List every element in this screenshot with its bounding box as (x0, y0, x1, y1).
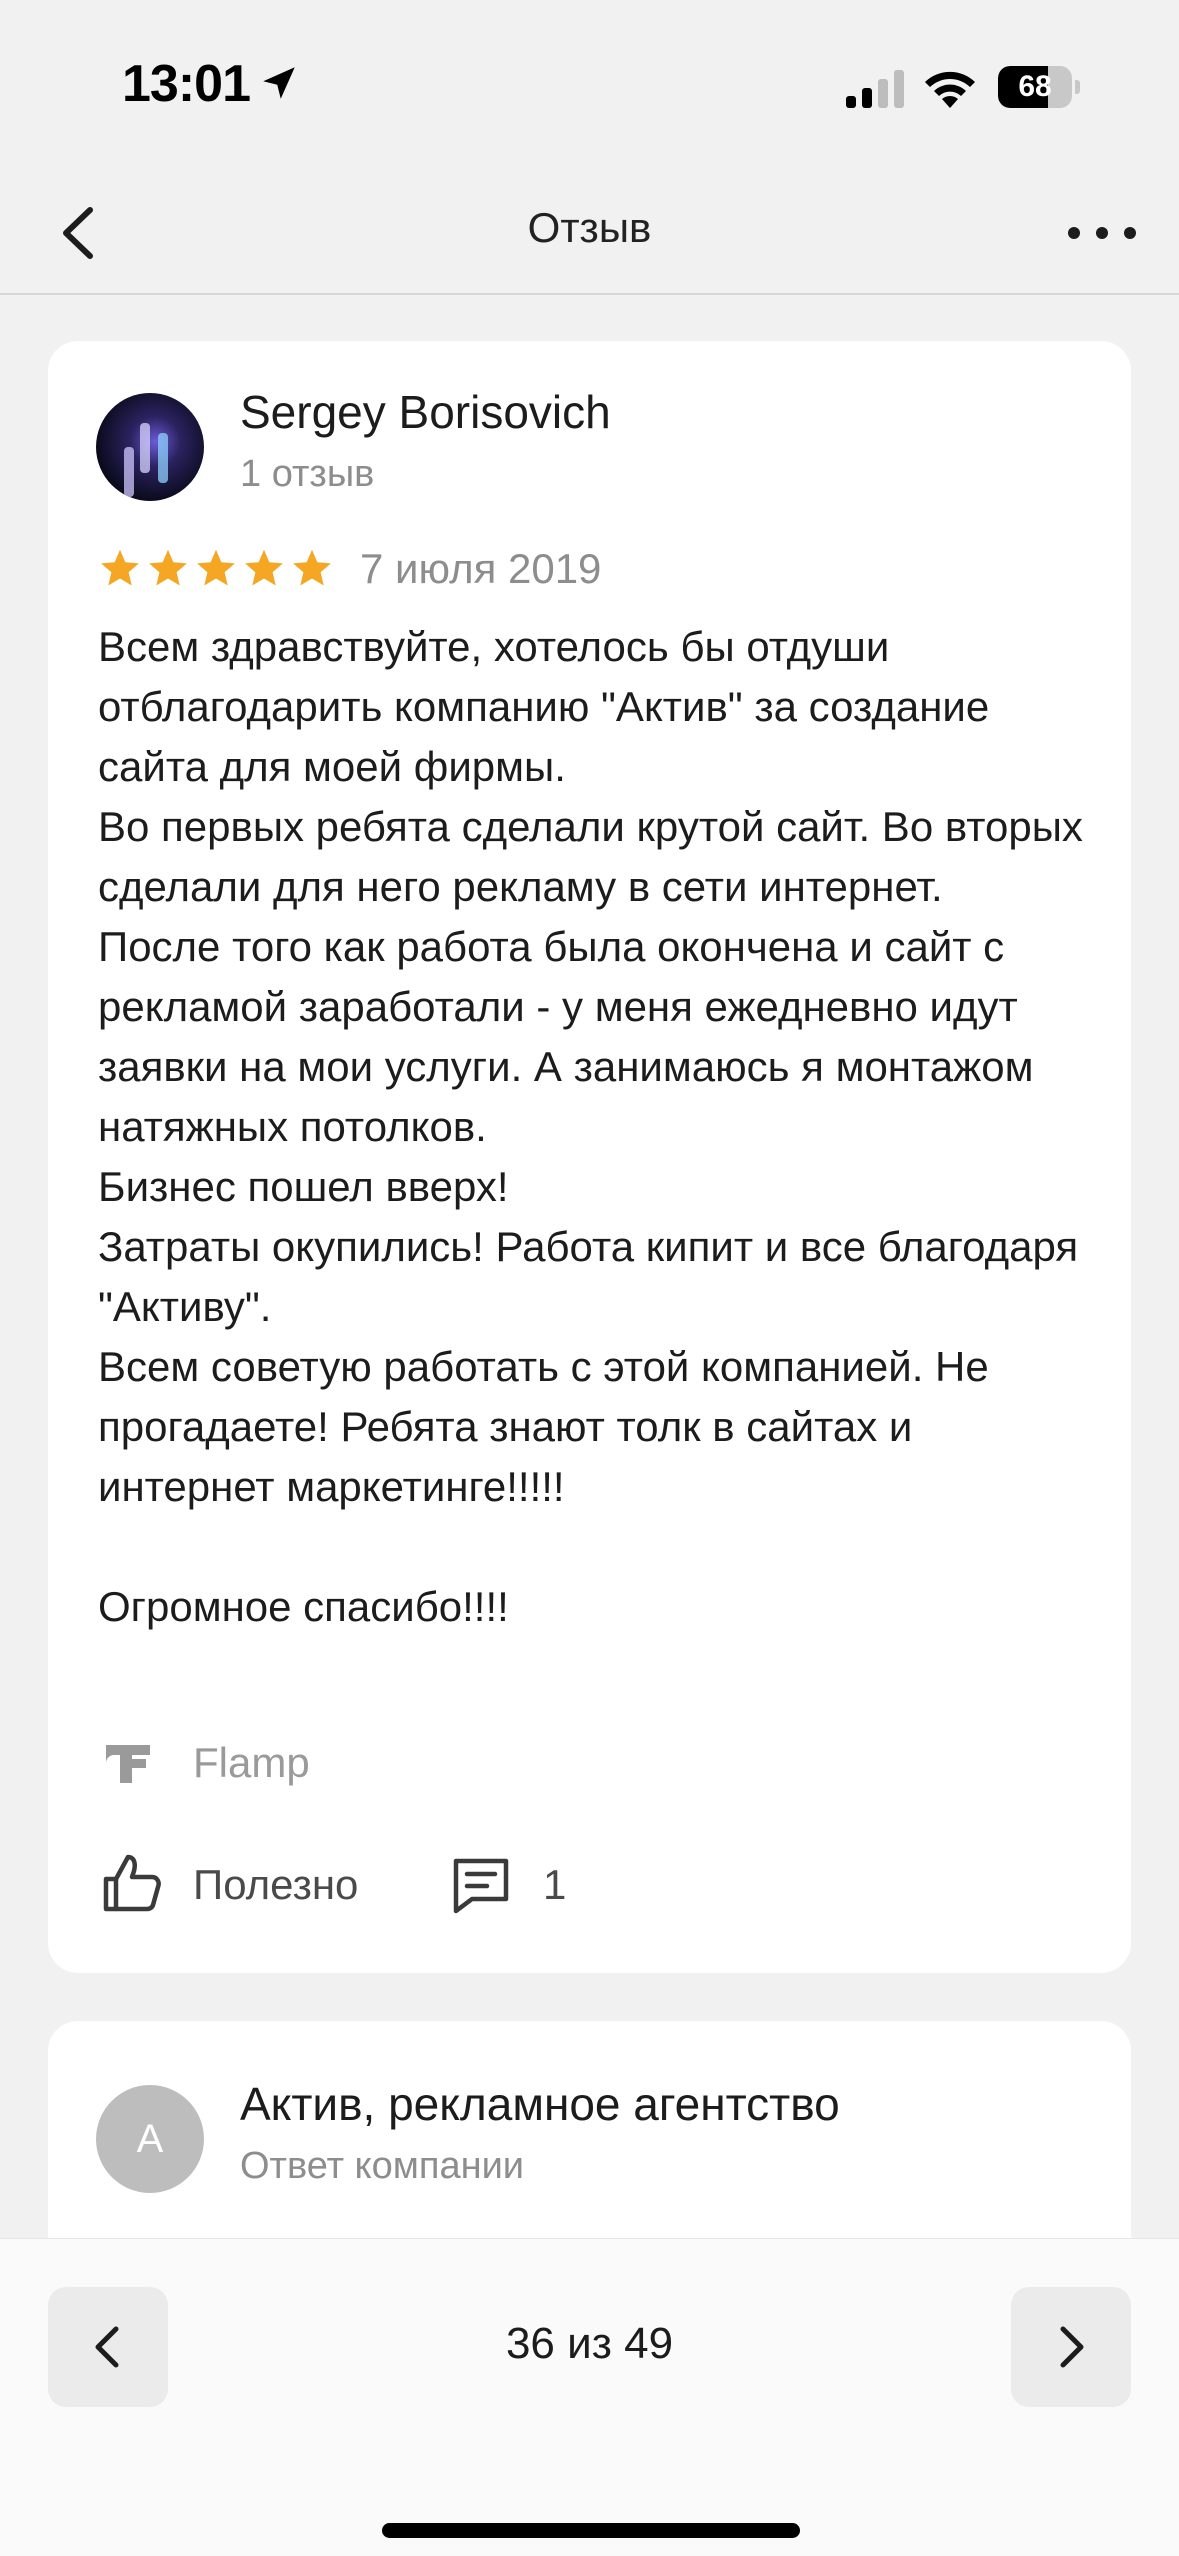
comment-count[interactable]: 1 (543, 1861, 566, 1909)
author-name[interactable]: Sergey Borisovich (240, 385, 611, 439)
review-actions: Полезно 1 (98, 1851, 998, 1921)
review-text: Всем здравствуйте, хотелось бы отдуши от… (98, 623, 1083, 1630)
flamp-logo-icon (106, 1745, 150, 1783)
location-arrow-icon (263, 67, 295, 99)
wifi-icon (925, 71, 975, 108)
status-bar: 13:01 68 (0, 0, 1179, 180)
source-label: Flamp (193, 1739, 310, 1786)
page-title: Отзыв (527, 204, 652, 251)
battery-icon: 68 (998, 66, 1080, 108)
home-indicator (382, 2523, 800, 2538)
comment-icon[interactable] (450, 1855, 512, 1915)
rating-stars (98, 547, 334, 591)
signal-icon (846, 70, 904, 108)
star-icon (293, 549, 331, 586)
helpful-button[interactable]: Полезно (193, 1861, 358, 1909)
star-icon (101, 549, 139, 586)
company-avatar: А (96, 2085, 204, 2193)
pager-position: 36 из 49 (505, 2319, 674, 2368)
company-name: Актив, рекламное агентство (240, 2078, 840, 2130)
star-icon (245, 549, 283, 586)
star-icon (197, 549, 235, 586)
thumbs-up-icon[interactable] (100, 1851, 164, 1915)
review-card: Sergey Borisovich 1 отзыв 7 июля 2019 Вс… (48, 341, 1131, 1973)
nav-bar: Отзыв (0, 180, 1179, 295)
reply-label: Ответ компании (240, 2145, 525, 2187)
review-date: 7 июля 2019 (360, 545, 602, 592)
star-icon (149, 549, 187, 586)
status-time: 13:01 (122, 55, 251, 113)
bottom-pager-bar: 36 из 49 (0, 2238, 1179, 2556)
avatar[interactable] (96, 393, 204, 501)
more-dots-icon[interactable] (1062, 210, 1142, 256)
author-review-count: 1 отзыв (240, 453, 375, 495)
chevron-right-icon (1060, 2326, 1084, 2368)
next-review-button[interactable] (1011, 2287, 1131, 2407)
battery-level: 68 (1018, 70, 1052, 103)
